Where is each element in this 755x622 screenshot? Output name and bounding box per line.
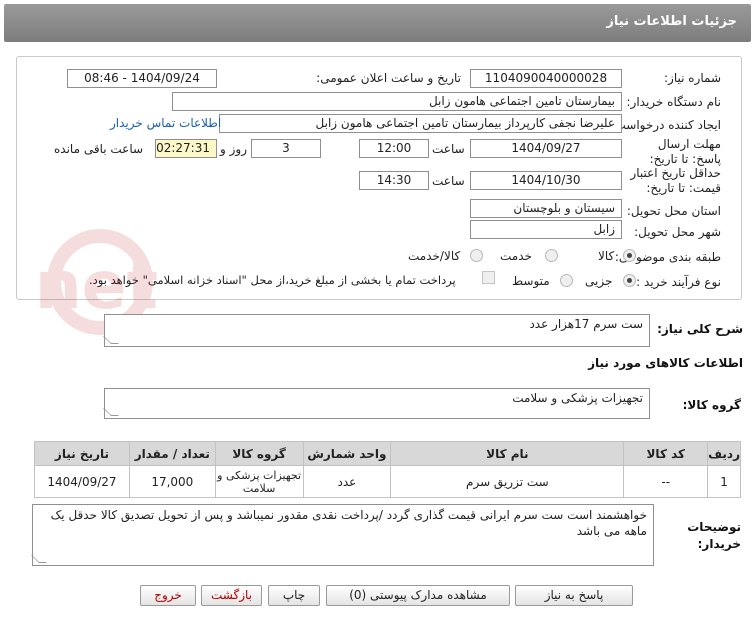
cell-unit: عدد (302, 465, 392, 498)
days-remaining-field: 3 (251, 139, 321, 158)
need-number-label: شماره نیاز: (664, 71, 721, 85)
category-service-radio[interactable] (545, 249, 558, 262)
deadline-time-label: ساعت (432, 142, 465, 156)
table-header-row: ردیف کد کالا نام کالا واحد شمارش گروه کا… (34, 441, 741, 466)
remaining-time-label: ساعت باقی مانده (54, 142, 144, 156)
announce-date-label: تاریخ و ساعت اعلان عمومی: (316, 71, 461, 85)
category-service-label: خدمت (500, 249, 532, 263)
process-medium-label: متوسط (512, 274, 550, 288)
table-row: 1 -- ست تزریق سرم عدد تجهیزات پزشکی و سل… (34, 465, 741, 498)
view-attachments-button[interactable]: مشاهده مدارک پیوستی (0) (326, 585, 510, 606)
buyer-org-label: نام دستگاه خریدار: (626, 95, 722, 109)
summary-text: ست سرم 17هزار عدد (529, 317, 643, 331)
process-partial-radio[interactable] (623, 274, 636, 287)
creator-field: علیرضا نجفی کارپرداز بیمارستان تامین اجت… (219, 114, 622, 133)
min-validity-label: حداقل تاریخ اعتبار قیمت: تا تاریخ: (630, 166, 721, 195)
summary-label: شرح کلی نیاز: (657, 322, 743, 336)
treasury-note: پرداخت تمام یا بخشی از مبلغ خرید،از محل … (89, 273, 456, 287)
announce-date-field: 1404/09/24 - 08:46 (67, 69, 217, 88)
province-label: استان محل تحویل: (626, 204, 721, 218)
col-header-goods-group: گروه کالا (214, 441, 304, 466)
category-goods-service-label: کالا/خدمت (408, 249, 461, 263)
resize-grip-icon (31, 555, 47, 563)
validity-time-label: ساعت (432, 174, 465, 188)
city-label: شهر محل تحویل: (634, 225, 721, 239)
province-field: سیستان و بلوچستان (470, 199, 622, 218)
col-header-item-code: کد کالا (623, 441, 709, 466)
deadline-label: مهلت ارسال پاسخ: تا تاریخ: (649, 137, 721, 166)
validity-time-field: 14:30 (359, 171, 429, 190)
cell-row-number: 1 (707, 465, 741, 498)
category-goods-service-radio[interactable] (470, 249, 483, 262)
col-header-item-name: نام کالا (390, 441, 625, 466)
goods-group-label: گروه کالا: (682, 398, 741, 412)
buyer-contact-link[interactable]: اطلاعات تماس خریدار (110, 116, 221, 130)
cell-item-name: ست تزریق سرم (390, 465, 625, 498)
process-type-label: نوع فرآیند خرید : (636, 275, 721, 289)
buyer-notes-text: خواهشمند است ست سرم ایرانی قیمت گذاری گر… (50, 508, 647, 538)
resize-grip-icon (103, 336, 119, 344)
deadline-time-field: 12:00 (359, 139, 429, 158)
remaining-time-field: 02:27:31 (155, 139, 217, 158)
process-medium-radio[interactable] (560, 274, 573, 287)
goods-group-field: تجهیزات پزشکی و سلامت (103, 388, 650, 419)
cell-goods-group: تجهیزات پزشکی و سلامت (214, 465, 304, 498)
treasury-checkbox[interactable] (482, 271, 495, 284)
goods-group-value: تجهیزات پزشکی و سلامت (512, 391, 643, 405)
process-partial-label: جزیی (585, 274, 613, 288)
col-header-quantity: تعداد / مقدار (128, 441, 216, 466)
summary-textarea[interactable]: ست سرم 17هزار عدد (103, 314, 650, 347)
reply-to-need-button[interactable]: پاسخ به نیاز (515, 585, 633, 606)
deadline-date-field: 1404/09/27 (470, 139, 622, 158)
exit-button[interactable]: خروج (140, 585, 196, 606)
buyer-notes-label: توضیحات خریدار: (687, 520, 741, 551)
back-button[interactable]: بازگشت (201, 585, 262, 606)
buyer-notes-textarea[interactable]: خواهشمند است ست سرم ایرانی قیمت گذاری گر… (31, 504, 654, 566)
col-header-need-date: تاریخ نیاز (34, 441, 130, 466)
page-header: جزئیات اطلاعات نیاز (4, 4, 751, 42)
buyer-org-field: بیمارستان تامین اجتماعی هامون زابل (172, 92, 622, 111)
creator-label: ایجاد کننده درخواست: (610, 118, 721, 132)
print-button[interactable]: چاپ (268, 585, 320, 606)
cell-quantity: 17,000 (128, 465, 216, 498)
col-header-unit: واحد شمارش (302, 441, 392, 466)
need-number-field: 1104090040000028 (470, 69, 622, 88)
category-goods-label: کالا (598, 249, 615, 263)
col-header-row-number: ردیف (707, 441, 741, 466)
cell-need-date: 1404/09/27 (34, 465, 130, 498)
cell-item-code: -- (623, 465, 709, 498)
category-goods-radio[interactable] (623, 249, 636, 262)
goods-info-title: اطلاعات کالاهای مورد نیاز (588, 356, 743, 370)
page-title: جزئیات اطلاعات نیاز (606, 14, 737, 29)
days-label: روز و (220, 142, 247, 156)
resize-grip-icon (103, 408, 119, 416)
city-field: زابل (470, 220, 622, 239)
items-table: ردیف کد کالا نام کالا واحد شمارش گروه کا… (34, 441, 741, 498)
validity-date-field: 1404/10/30 (470, 171, 622, 190)
